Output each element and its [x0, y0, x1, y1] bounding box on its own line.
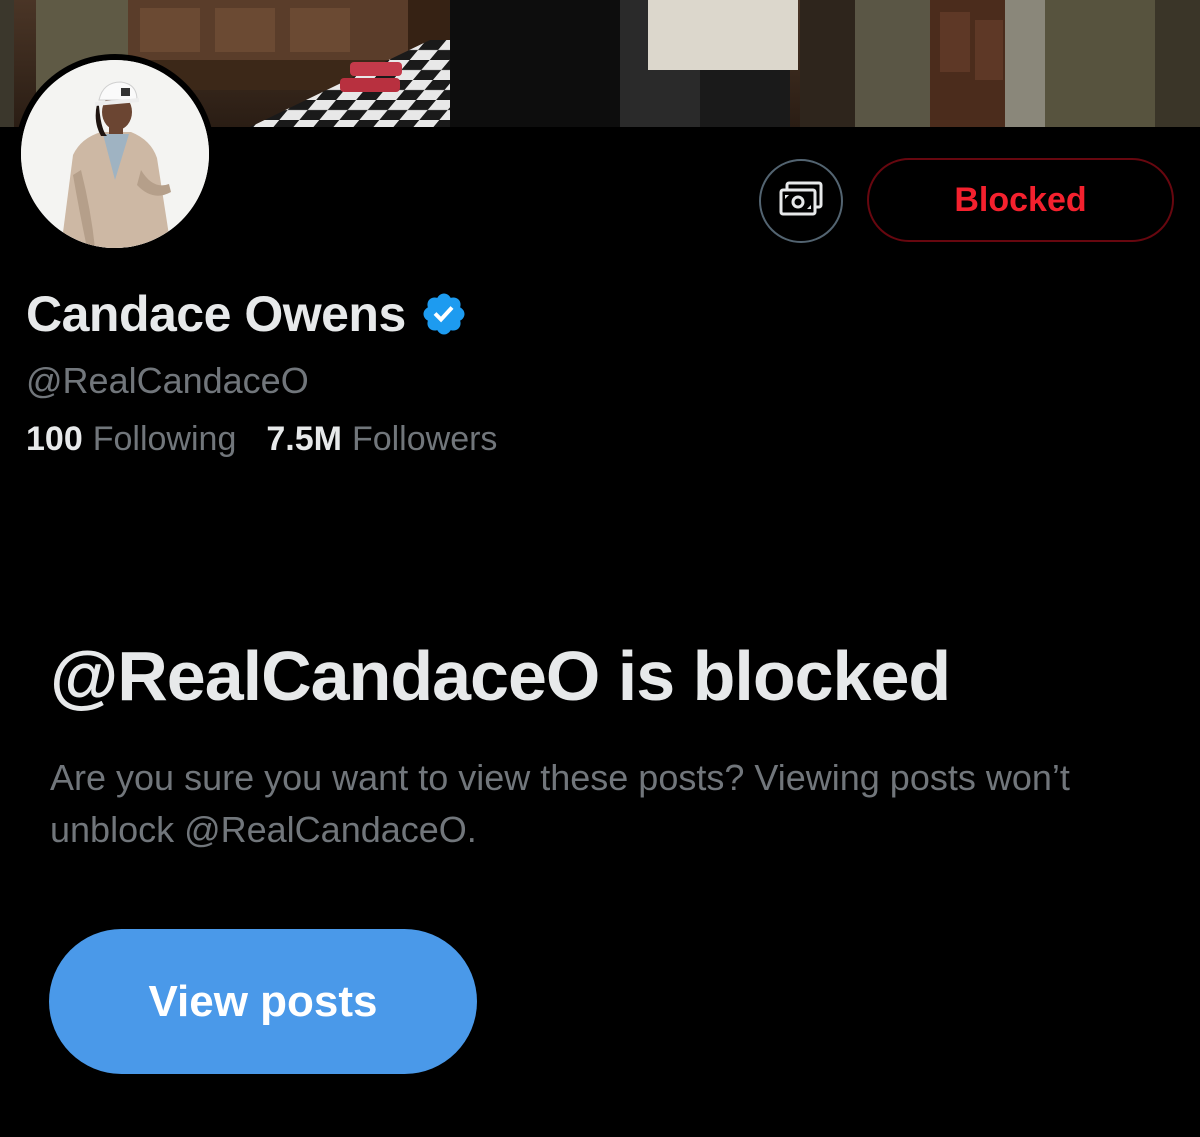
view-posts-button[interactable]: View posts	[49, 929, 477, 1074]
following-stat[interactable]: 100 Following	[26, 420, 236, 459]
following-label: Following	[92, 420, 237, 458]
followers-label: Followers	[351, 420, 498, 458]
display-name: Candace Owens	[26, 286, 406, 342]
avatar-photo	[21, 60, 209, 248]
verified-badge-icon[interactable]	[420, 290, 468, 338]
following-count: 100	[26, 420, 83, 458]
blocked-button[interactable]: Blocked	[867, 158, 1174, 242]
followers-stat[interactable]: 7.5M Followers	[266, 420, 497, 459]
profile-handle: @RealCandaceO	[26, 360, 309, 401]
blocked-notice-title: @RealCandaceO is blocked	[50, 637, 951, 715]
blocked-button-label: Blocked	[954, 180, 1087, 219]
money-icon	[779, 181, 823, 222]
avatar[interactable]	[15, 54, 215, 254]
tip-button[interactable]	[759, 159, 843, 243]
followers-count: 7.5M	[266, 420, 342, 458]
profile-name-row: Candace Owens	[26, 282, 468, 346]
follow-stats: 100 Following 7.5M Followers	[26, 420, 497, 459]
view-posts-label: View posts	[148, 976, 378, 1026]
blocked-notice-description: Are you sure you want to view these post…	[50, 757, 1070, 850]
